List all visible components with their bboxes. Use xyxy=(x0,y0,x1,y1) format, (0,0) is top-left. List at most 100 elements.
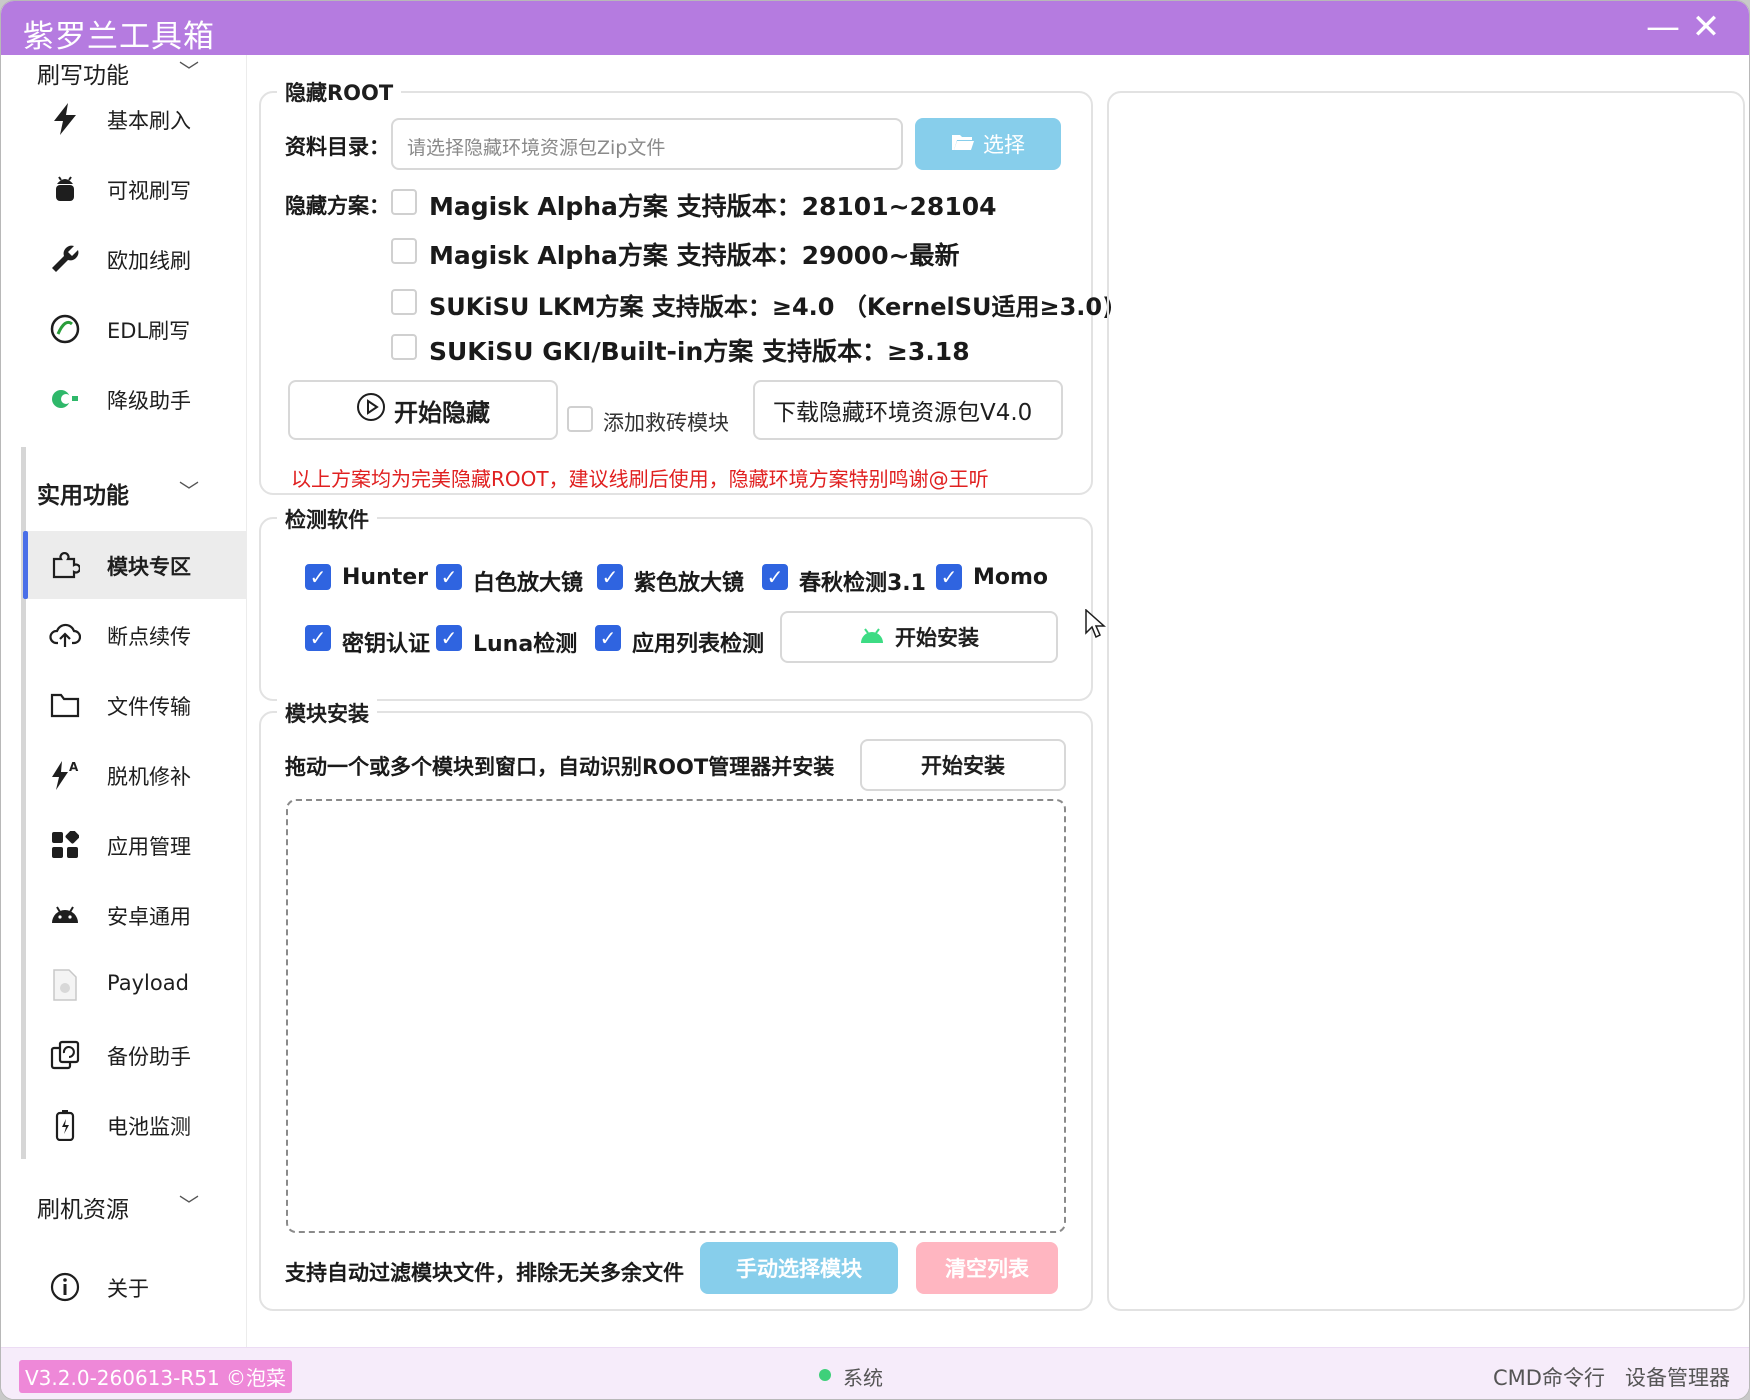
sidebar-item-file-transfer[interactable]: 文件传输 xyxy=(23,671,246,739)
sidebar-item-edl-flash[interactable]: EDL刷写 xyxy=(23,295,246,363)
sidebar-item-label: 安卓通用 xyxy=(107,905,191,929)
manual-select-button[interactable]: 手动选择模块 xyxy=(700,1242,898,1294)
sidebar-item-android-general[interactable]: 安卓通用 xyxy=(23,881,246,949)
sidebar-item-visual-flash[interactable]: 可视刷写 xyxy=(23,155,246,223)
start-hide-label: 开始隐藏 xyxy=(394,398,490,427)
detect-label: Momo xyxy=(973,565,1049,590)
dir-input[interactable]: 请选择隐藏环境资源包Zip文件 xyxy=(391,118,903,170)
sidebar-item-app-manager[interactable]: 应用管理 xyxy=(23,811,246,879)
detect-checkbox-chunqiu[interactable]: ✓ xyxy=(762,564,788,590)
sidebar-item-label: 应用管理 xyxy=(107,835,191,859)
sidebar-item-label: 断点续传 xyxy=(107,625,191,649)
detect-checkbox-momo[interactable]: ✓ xyxy=(936,564,962,590)
close-button[interactable]: ✕ xyxy=(1684,7,1728,51)
detect-checkbox-luna[interactable]: ✓ xyxy=(436,625,462,651)
android-head-icon xyxy=(45,895,85,935)
patch-icon: A xyxy=(45,755,85,795)
detect-label: 白色放大镜 xyxy=(473,571,584,596)
scheme-checkbox[interactable] xyxy=(391,289,417,315)
downgrade-icon xyxy=(45,379,85,419)
detect-checkbox-hunter[interactable]: ✓ xyxy=(305,564,331,590)
hide-root-legend: 隐藏ROOT xyxy=(277,77,402,107)
device-manager-link[interactable]: 设备管理器 xyxy=(1625,1362,1730,1392)
chevron-down-icon: ﹀ xyxy=(179,1193,199,1217)
sidebar-item-backup[interactable]: 备份助手 xyxy=(23,1021,246,1089)
android-robot-icon xyxy=(45,169,85,209)
scheme-option-1: Magisk Alpha方案 支持版本：28101~28104 xyxy=(429,192,997,221)
android-head-icon xyxy=(859,625,885,649)
sidebar-item-module-zone[interactable]: 模块专区 xyxy=(23,531,246,599)
scheme-option-2: Magisk Alpha方案 支持版本：29000~最新 xyxy=(429,241,960,270)
sidebar-item-label: 备份助手 xyxy=(107,1045,191,1069)
info-icon xyxy=(45,1267,85,1307)
sidebar-item-offline-patch[interactable]: A 脱机修补 xyxy=(23,741,246,809)
detect-checkbox-white-magnifier[interactable]: ✓ xyxy=(436,564,462,590)
sidebar: 刷写功能 ﹀ 基本刷入 可视刷写 欧加线刷 EDL刷写 降级助手 实用功能 ﹀ … xyxy=(1,55,247,1347)
scheme-checkbox[interactable] xyxy=(391,238,417,264)
detect-checkbox-key-attestation[interactable]: ✓ xyxy=(305,625,331,651)
detect-legend: 检测软件 xyxy=(277,504,377,534)
backup-icon xyxy=(45,1035,85,1075)
detect-install-button[interactable]: 开始安装 xyxy=(780,611,1058,663)
sidebar-item-downgrade[interactable]: 降级助手 xyxy=(23,365,246,433)
group-flash-resources[interactable]: 刷机资源 ﹀ xyxy=(23,1173,246,1233)
sidebar-item-label: 降级助手 xyxy=(107,389,191,413)
group-flash-resources-label: 刷机资源 xyxy=(37,1197,129,1223)
scheme-label: 隐藏方案： xyxy=(285,194,390,218)
cloud-upload-icon xyxy=(45,615,85,655)
detect-checkbox-app-list[interactable]: ✓ xyxy=(595,625,621,651)
dir-label: 资料目录： xyxy=(285,135,390,159)
detect-label: 紫色放大镜 xyxy=(634,571,745,596)
sidebar-item-resume-transfer[interactable]: 断点续传 xyxy=(23,601,246,669)
play-circle-icon xyxy=(356,392,386,428)
module-install-button[interactable]: 开始安装 xyxy=(860,739,1066,791)
sidebar-item-label: 欧加线刷 xyxy=(107,249,191,273)
scheme-option-4: SUKiSU GKI/Built-in方案 支持版本：≥3.18 xyxy=(429,337,970,366)
choose-button[interactable]: 选择 xyxy=(915,118,1061,170)
file-icon xyxy=(45,965,85,1005)
dir-input-placeholder: 请选择隐藏环境资源包Zip文件 xyxy=(407,137,666,159)
sidebar-item-label: 模块专区 xyxy=(107,555,191,579)
mouse-cursor-icon xyxy=(1085,608,1107,643)
sidebar-item-label: 脱机修补 xyxy=(107,765,191,789)
notice-text: 以上方案均为完美隐藏ROOT，建议线刷后使用，隐藏环境方案特别鸣谢@王听 xyxy=(291,467,989,491)
sidebar-item-label: EDL刷写 xyxy=(107,319,191,343)
detect-label: 应用列表检测 xyxy=(632,632,765,657)
edl-icon xyxy=(45,309,85,349)
detect-install-label: 开始安装 xyxy=(895,626,979,650)
scheme-checkbox[interactable] xyxy=(391,189,417,215)
sidebar-item-payload[interactable]: Payload xyxy=(23,951,246,1019)
sidebar-item-about[interactable]: 关于 xyxy=(23,1253,246,1321)
title-bar[interactable]: 紫罗兰工具箱 — ✕ xyxy=(1,1,1749,55)
detect-checkbox-purple-magnifier[interactable]: ✓ xyxy=(597,564,623,590)
sidebar-item-basic-flash[interactable]: 基本刷入 xyxy=(23,85,246,153)
module-legend: 模块安装 xyxy=(277,698,377,728)
sidebar-item-label: 文件传输 xyxy=(107,695,191,719)
group-utility-label: 实用功能 xyxy=(37,483,129,509)
module-hint: 拖动一个或多个模块到窗口，自动识别ROOT管理器并安装 xyxy=(285,755,835,779)
system-status[interactable]: 系统 xyxy=(843,1362,883,1391)
cmd-link[interactable]: CMD命令行 xyxy=(1493,1362,1605,1392)
module-install-label: 开始安装 xyxy=(921,754,1005,778)
window-title: 紫罗兰工具箱 xyxy=(23,19,215,55)
start-hide-button[interactable]: 开始隐藏 xyxy=(288,380,558,440)
version-badge: V3.2.0-260613-R51 ©泡菜 xyxy=(19,1360,293,1393)
rescue-checkbox[interactable] xyxy=(567,406,593,432)
rescue-label: 添加救砖模块 xyxy=(603,411,729,435)
choose-button-label: 选择 xyxy=(983,133,1025,157)
manual-select-label: 手动选择模块 xyxy=(736,1257,862,1281)
sidebar-item-label: 关于 xyxy=(107,1277,149,1301)
filter-hint: 支持自动过滤模块文件，排除无关多余文件 xyxy=(285,1261,684,1285)
group-utility[interactable]: 实用功能 ﹀ xyxy=(23,459,246,519)
sidebar-item-battery-monitor[interactable]: 电池监测 xyxy=(23,1091,246,1159)
lightning-icon xyxy=(45,99,85,139)
sidebar-item-oplus-flash[interactable]: 欧加线刷 xyxy=(23,225,246,293)
clear-list-button[interactable]: 清空列表 xyxy=(916,1242,1058,1294)
detect-label: Luna检测 xyxy=(473,632,578,657)
scheme-checkbox[interactable] xyxy=(391,334,417,360)
chevron-down-icon: ﹀ xyxy=(179,59,199,83)
sidebar-item-label: 可视刷写 xyxy=(107,179,191,203)
minimize-button[interactable]: — xyxy=(1641,7,1685,51)
module-drop-zone[interactable] xyxy=(286,799,1066,1233)
download-resource-button[interactable]: 下载隐藏环境资源包V4.0 xyxy=(753,380,1063,440)
